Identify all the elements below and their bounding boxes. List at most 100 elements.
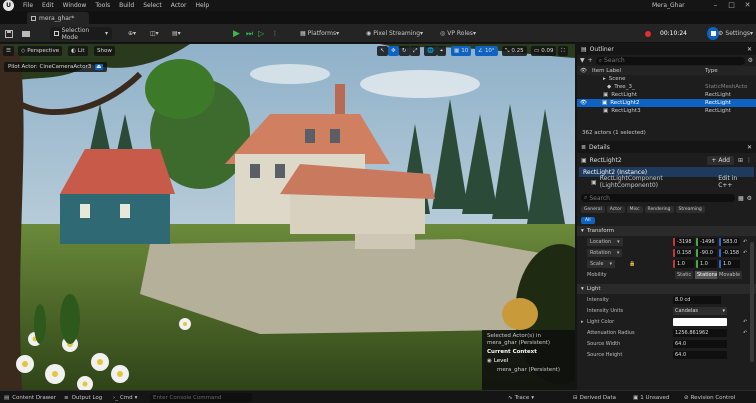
play-next-button[interactable]: ⏭: [246, 27, 253, 40]
intensity-units-dropdown[interactable]: Candelas ▾: [673, 306, 727, 315]
scale-z-input[interactable]: 1.0: [719, 259, 740, 268]
revision-control-button[interactable]: ⊘ Revision Control: [684, 393, 735, 402]
tab-misc[interactable]: Misc: [626, 206, 643, 213]
show-button[interactable]: Show: [94, 46, 115, 56]
reset-icon[interactable]: ↶: [743, 319, 747, 325]
tab-rendering[interactable]: Rendering: [644, 206, 674, 213]
filter-icon[interactable]: ▼: [580, 57, 585, 64]
scale-dropdown[interactable]: Scale ▾: [587, 259, 615, 268]
tab-general[interactable]: General: [581, 206, 605, 213]
content-browser-icon[interactable]: [22, 27, 32, 40]
location-x-input[interactable]: -3198: [673, 237, 694, 246]
maximize-viewport-button[interactable]: ⛶: [558, 46, 568, 56]
add-component-button[interactable]: + Add: [707, 155, 734, 165]
rotation-snap-button[interactable]: ∠ 10°: [475, 46, 498, 56]
perspective-button[interactable]: ◇ Perspective: [18, 46, 63, 56]
tab-actor[interactable]: Actor: [606, 206, 625, 213]
pixel-streaming-button[interactable]: ◉ Pixel Streaming ▾: [366, 27, 423, 40]
close-icon[interactable]: ✕: [740, 0, 755, 11]
reset-icon[interactable]: ↶: [743, 239, 747, 245]
light-color-swatch[interactable]: [673, 317, 727, 326]
outliner-row-selected[interactable]: 👁 ▣ RectLight2 RectLight: [577, 99, 756, 107]
outliner-row[interactable]: ▸ Scene: [577, 75, 756, 83]
scale-x-input[interactable]: 1.0: [673, 259, 694, 268]
column-type[interactable]: Type: [705, 68, 718, 74]
maximize-icon[interactable]: □: [724, 0, 739, 11]
component-row[interactable]: ▣ RectLightComponent (LightComponent0) E…: [577, 175, 756, 189]
surface-snap-button[interactable]: ⌖: [437, 46, 447, 56]
level-value[interactable]: mera_ghar (Persistent): [497, 367, 570, 373]
simulate-button[interactable]: ▷: [258, 27, 264, 40]
lit-button[interactable]: ◐ Lit: [68, 46, 88, 56]
cinematics-button[interactable]: ▤▾: [172, 27, 181, 40]
grid-view-icon[interactable]: ▦: [738, 195, 744, 202]
menu-actor[interactable]: Actor: [171, 2, 187, 9]
menu-tools[interactable]: Tools: [95, 2, 110, 9]
add-actor-button[interactable]: ⊕▾: [128, 27, 136, 40]
outliner-row[interactable]: ▣ RectLight3 RectLight: [577, 107, 756, 115]
menu-build[interactable]: Build: [119, 2, 134, 9]
scale-y-input[interactable]: 1.0: [696, 259, 717, 268]
blueprint-button[interactable]: ◫▾: [150, 27, 159, 40]
rotation-y-input[interactable]: -90.0: [696, 248, 717, 257]
tab-streaming[interactable]: Streaming: [675, 206, 705, 213]
close-tab-icon[interactable]: ✕: [747, 144, 752, 151]
scale-tool-button[interactable]: ⤢: [410, 46, 421, 56]
attenuation-input[interactable]: 1256.861962: [673, 328, 727, 337]
menu-edit[interactable]: Edit: [42, 2, 54, 9]
unreal-logo-icon[interactable]: U: [3, 0, 14, 11]
world-local-button[interactable]: 🌐: [424, 46, 437, 56]
location-y-input[interactable]: -1496: [696, 237, 717, 246]
menu-file[interactable]: File: [23, 2, 33, 9]
actor-name-field[interactable]: RectLight2: [590, 157, 622, 164]
cmd-dropdown[interactable]: ›_ Cmd ▾: [113, 393, 137, 402]
outliner-row[interactable]: ◆ Tree_3_ StaticMeshActo: [577, 83, 756, 91]
reset-icon[interactable]: ↶: [743, 330, 747, 336]
eye-icon[interactable]: 👁: [580, 100, 587, 106]
level-tab[interactable]: mera_ghar*: [27, 12, 89, 24]
settings-icon[interactable]: ⚙: [748, 57, 753, 64]
rotate-tool-button[interactable]: ↻: [399, 46, 410, 56]
mobility-movable[interactable]: Movable: [717, 270, 743, 279]
location-z-input[interactable]: 583.0: [719, 237, 740, 246]
output-log-button[interactable]: ≡ Output Log: [64, 393, 102, 402]
outliner-row[interactable]: ▣ RectLight RectLight: [577, 91, 756, 99]
play-options-button[interactable]: ⋮: [272, 27, 278, 40]
camera-speed-button[interactable]: ▭ 0.09: [531, 46, 557, 56]
transform-section[interactable]: ▾ Transform: [577, 226, 756, 236]
platforms-button[interactable]: ▦ Platforms ▾: [300, 27, 339, 40]
translate-tool-button[interactable]: ✥: [388, 46, 399, 56]
content-drawer-button[interactable]: ▤ Content Drawer: [4, 393, 56, 402]
eject-pilot-icon[interactable]: ⏏: [95, 64, 103, 70]
location-dropdown[interactable]: Location ▾: [587, 237, 623, 246]
intensity-input[interactable]: 8.0 cd: [673, 295, 721, 304]
light-section[interactable]: ▾ Light: [577, 284, 756, 294]
blueprint-icon[interactable]: ⊞: [738, 157, 743, 164]
mobility-static[interactable]: Static: [675, 270, 694, 279]
chevron-right-icon[interactable]: ▸: [581, 319, 584, 325]
menu-window[interactable]: Window: [63, 2, 87, 9]
tab-all[interactable]: All: [581, 216, 595, 224]
more-icon[interactable]: ⋮: [746, 157, 752, 164]
derived-data-button[interactable]: ⊟ Derived Data: [573, 393, 616, 402]
minimize-icon[interactable]: –: [708, 0, 723, 11]
reset-icon[interactable]: ↶: [743, 250, 747, 256]
rotation-z-input[interactable]: -0.158: [719, 248, 740, 257]
details-scrollbar[interactable]: [750, 242, 754, 362]
trace-button[interactable]: ∿ Trace ▾: [508, 393, 534, 402]
console-input[interactable]: Enter Console Command: [150, 393, 252, 402]
lock-icon[interactable]: 🔒: [629, 261, 635, 267]
settings-icon[interactable]: ⚙: [747, 195, 752, 202]
save-icon[interactable]: [5, 27, 15, 40]
selection-mode-dropdown[interactable]: Selection Mode ▾: [50, 27, 112, 41]
viewport-options-button[interactable]: ☰: [3, 46, 14, 56]
add-filter-icon[interactable]: +: [588, 57, 593, 64]
close-tab-icon[interactable]: ✕: [747, 46, 752, 53]
column-item-label[interactable]: Item Label: [592, 68, 621, 74]
play-button[interactable]: ▶: [233, 27, 240, 40]
menu-help[interactable]: Help: [196, 2, 210, 9]
vp-roles-button[interactable]: ◎ VP Roles ▾: [440, 27, 476, 40]
source-width-input[interactable]: 64.0: [673, 339, 727, 348]
rotation-x-input[interactable]: 0.158: [673, 248, 694, 257]
record-button[interactable]: [645, 27, 651, 40]
